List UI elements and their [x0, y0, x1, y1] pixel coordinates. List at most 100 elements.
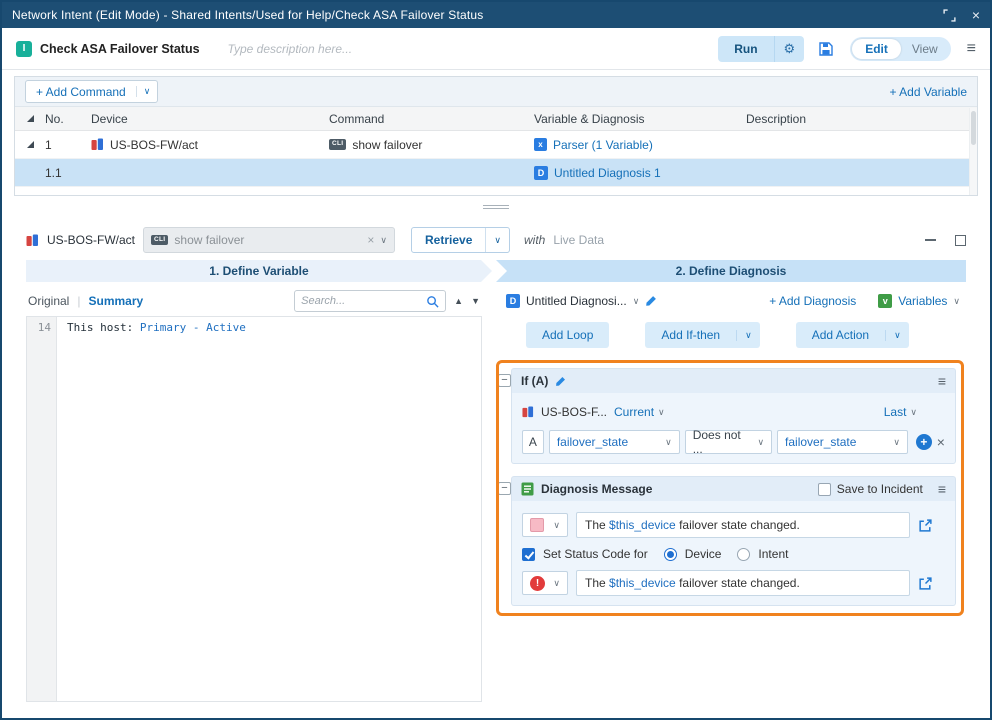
cli-icon: CLI [329, 139, 346, 150]
collapse-minus-icon[interactable]: − [498, 482, 511, 495]
add-condition-icon[interactable]: + [916, 434, 932, 450]
row-no: 1.1 [45, 166, 91, 180]
add-loop-button[interactable]: Add Loop [526, 322, 609, 348]
chevron-down-icon[interactable]: ∨ [633, 297, 640, 306]
fullscreen-icon[interactable] [943, 9, 956, 22]
line-number: 14 [38, 321, 51, 334]
chevron-down-icon[interactable]: ∨ [553, 579, 560, 588]
chevron-down-icon[interactable]: ∨ [736, 330, 760, 341]
diagnosis-selector[interactable]: Untitled Diagnosi... [526, 294, 627, 308]
search-next-icon[interactable]: ▼ [471, 296, 480, 306]
pane-splitter[interactable] [2, 201, 990, 213]
data-current-dropdown[interactable]: Current ∨ [614, 405, 665, 419]
intent-radio[interactable] [737, 548, 750, 561]
row-device-name: US-BOS-FW/act [110, 138, 198, 152]
add-command-button[interactable]: + Add Command ∨ [25, 80, 158, 103]
operator-select[interactable]: Does not ... ∨ [685, 430, 772, 454]
collapse-minus-icon[interactable]: − [498, 374, 511, 387]
detail-toolbar: US-BOS-FW/act CLI show failover × ∨ Retr… [14, 224, 978, 256]
close-icon[interactable]: × [972, 8, 980, 22]
search-prev-icon[interactable]: ▲ [454, 296, 463, 306]
tab-divider: | [77, 294, 80, 308]
add-if-then-button[interactable]: Add If-then ∨ [645, 322, 759, 348]
left-operand-select[interactable]: failover_state ∨ [549, 430, 680, 454]
table-header: No. Device Command Variable & Diagnosis … [15, 107, 977, 131]
data-last-dropdown[interactable]: Last ∨ [884, 405, 917, 419]
command-toolbar: + Add Command ∨ + Add Variable [15, 77, 977, 107]
diagnosis-icon: D [506, 294, 520, 308]
row-expander-icon[interactable] [27, 141, 34, 148]
variable-panel: Original | Summary ▲ ▼ 14 This host: Pri… [26, 288, 482, 702]
expand-panel-icon[interactable] [955, 235, 966, 246]
search-box [294, 290, 446, 312]
collapse-all-icon[interactable] [27, 115, 34, 122]
variables-dropdown[interactable]: Variables [898, 294, 947, 308]
block-menu-icon[interactable]: ≡ [938, 373, 946, 389]
network-intent-window: Network Intent (Edit Mode) - Shared Inte… [0, 0, 992, 720]
view-mode-button[interactable]: View [901, 39, 949, 59]
variables-icon: v [878, 294, 892, 308]
chevron-down-icon[interactable]: ∨ [658, 408, 665, 417]
chevron-down-icon[interactable]: ∨ [885, 330, 909, 341]
edit-pencil-icon[interactable] [645, 295, 657, 307]
run-settings-icon[interactable]: ⚙ [774, 36, 805, 62]
right-operand-select[interactable]: failover_state ∨ [777, 430, 908, 454]
search-icon[interactable] [426, 295, 439, 308]
add-diagnosis-link[interactable]: + Add Diagnosis [769, 294, 856, 308]
chevron-down-icon[interactable]: ∨ [665, 438, 672, 447]
status-text: failover state changed. [676, 576, 800, 590]
chevron-down-icon[interactable]: ∨ [380, 236, 387, 245]
add-action-button[interactable]: Add Action ∨ [796, 322, 909, 348]
window-title: Network Intent (Edit Mode) - Shared Inte… [12, 8, 483, 22]
external-link-icon[interactable] [918, 518, 933, 533]
message-doc-icon [521, 482, 534, 496]
row-diagnosis-link[interactable]: Untitled Diagnosis 1 [554, 166, 661, 180]
message-color-select[interactable]: ∨ [522, 513, 568, 537]
block-menu-icon[interactable]: ≡ [938, 481, 946, 497]
row-command-text: show failover [352, 138, 422, 152]
variable-tabs: Original | Summary ▲ ▼ [26, 288, 482, 314]
clear-icon[interactable]: × [367, 233, 374, 247]
device-radio-label: Device [685, 547, 722, 561]
splitter-handle[interactable] [483, 205, 509, 209]
edit-mode-button[interactable]: Edit [852, 39, 901, 59]
chevron-down-icon[interactable]: ∨ [910, 408, 917, 417]
edit-pencil-icon[interactable] [555, 376, 566, 387]
search-input[interactable] [301, 295, 422, 307]
message-text: failover state changed. [676, 518, 800, 532]
collapse-panel-icon[interactable] [925, 239, 939, 241]
tab-summary[interactable]: Summary [88, 294, 143, 308]
external-link-icon[interactable] [918, 576, 933, 591]
column-variable: Variable & Diagnosis [534, 112, 746, 126]
tab-original[interactable]: Original [28, 294, 69, 308]
titlebar: Network Intent (Edit Mode) - Shared Inte… [2, 2, 990, 28]
chevron-down-icon[interactable]: ∨ [485, 228, 509, 252]
table-scrollbar[interactable] [969, 108, 977, 195]
description-input[interactable] [228, 42, 691, 56]
device-radio[interactable] [664, 548, 677, 561]
table-row-diagnosis-selected[interactable]: 1.1 D Untitled Diagnosis 1 [15, 159, 977, 187]
save-to-incident-checkbox[interactable] [818, 483, 831, 496]
parser-icon: x [534, 138, 547, 151]
chevron-down-icon[interactable]: ∨ [953, 297, 960, 306]
run-button[interactable]: Run [718, 36, 773, 62]
scrollbar-thumb[interactable] [971, 111, 976, 145]
table-row-command[interactable]: 1 US-BOS-FW/act CLI show failover x Pars… [15, 131, 977, 159]
data-source-label[interactable]: Live Data [553, 233, 604, 247]
save-icon[interactable] [818, 41, 834, 57]
diagnosis-message-input[interactable]: The $this_device failover state changed. [576, 512, 910, 538]
retrieve-button[interactable]: Retrieve [412, 228, 485, 252]
chevron-down-icon[interactable]: ∨ [136, 86, 158, 97]
set-status-checkbox[interactable] [522, 548, 535, 561]
status-code-select[interactable]: ! ∨ [522, 571, 568, 595]
status-message-input[interactable]: The $this_device failover state changed. [576, 570, 910, 596]
chevron-down-icon[interactable]: ∨ [757, 438, 764, 447]
row-parser-link[interactable]: Parser (1 Variable) [553, 138, 653, 152]
remove-condition-icon[interactable]: × [937, 434, 945, 450]
add-variable-link[interactable]: + Add Variable [889, 85, 967, 99]
chevron-down-icon[interactable]: ∨ [893, 438, 900, 447]
menu-icon[interactable]: ≡ [967, 40, 976, 58]
diagnosis-message-block: − Diagnosis Message Save to Incident ≡ ∨ [511, 476, 956, 606]
command-select[interactable]: CLI show failover × ∨ [143, 227, 395, 253]
chevron-down-icon[interactable]: ∨ [553, 521, 560, 530]
